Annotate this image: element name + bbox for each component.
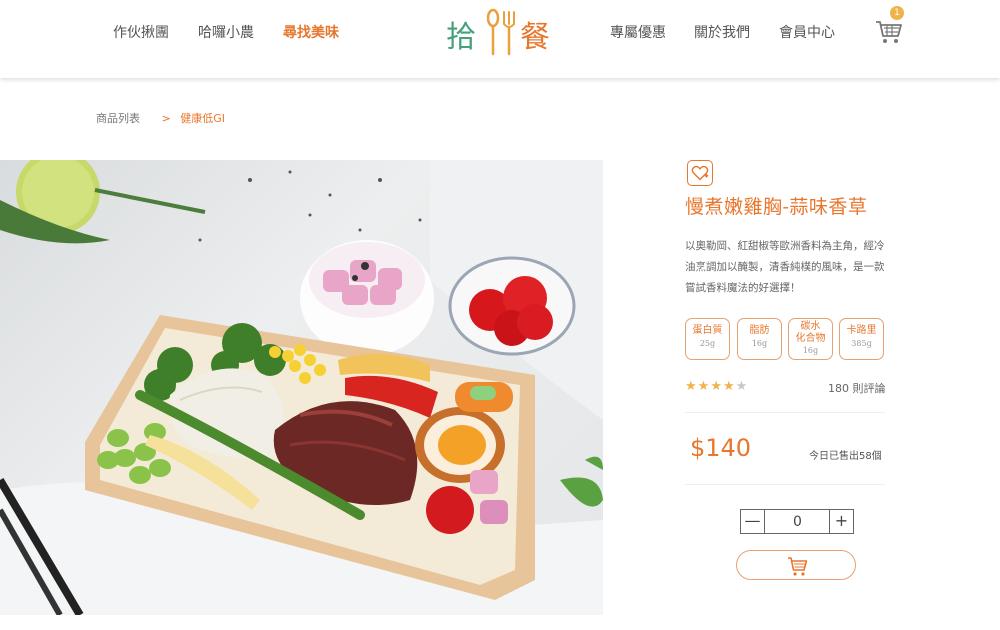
nutrition-label: 脂肪 — [749, 325, 770, 336]
site-logo[interactable]: 拾 餐 — [446, 6, 568, 62]
nutrition-value: 16g — [802, 346, 819, 355]
star-icon: ★ — [735, 379, 749, 394]
nutrition-label: 卡路里 — [846, 325, 877, 336]
product-image — [0, 160, 603, 615]
nutrition-fat: 脂肪 16g — [737, 318, 782, 360]
divider — [685, 484, 885, 485]
review-count-link[interactable]: 180 則評論 — [828, 380, 886, 396]
nav-member[interactable]: 會員中心 — [779, 22, 835, 42]
sold-today-count: 今日已售出58個 — [809, 451, 882, 462]
nutrition-value: 385g — [851, 339, 872, 348]
star-icon: ★ — [697, 379, 711, 394]
quantity-decrease-button[interactable]: — — [741, 510, 765, 533]
nav-about[interactable]: 關於我們 — [694, 22, 750, 42]
nav-farmers[interactable]: 哈囉小農 — [198, 22, 254, 42]
product-title: 慢煮嫩雞胸-蒜味香草 — [685, 196, 868, 218]
quantity-increase-button[interactable]: + — [829, 510, 853, 533]
divider — [685, 412, 885, 413]
nutrition-label: 蛋白質 — [692, 325, 723, 336]
nav-find-food[interactable]: 尋找美味 — [283, 22, 339, 42]
spoon-fork-icon — [486, 8, 515, 56]
nutrition-label-line1: 碳水 — [800, 321, 821, 332]
nutrition-protein: 蛋白質 25g — [685, 318, 730, 360]
logo-char-left: 拾 — [446, 20, 476, 55]
nutrition-value: 16g — [751, 339, 768, 348]
breadcrumb-current[interactable]: 健康低GI — [180, 112, 225, 125]
site-header: 作伙揪團 哈囉小農 尋找美味 拾 餐 專屬優惠 關於我們 會員中心 1 — [0, 0, 1000, 78]
quantity-stepper: — + — [740, 509, 854, 534]
favorite-heart-icon[interactable] — [687, 160, 713, 186]
quantity-input[interactable] — [766, 510, 829, 533]
rating-stars: ★★★★★ — [685, 379, 748, 394]
breadcrumb-separator: > — [161, 112, 171, 125]
product-description: 以奧勒岡、紅甜椒等歐洲香料為主角，經冷油烹調加以醃製，清香純樸的風味，是一款嘗試… — [685, 240, 885, 294]
star-icon: ★ — [710, 379, 723, 394]
nav-offers[interactable]: 專屬優惠 — [610, 22, 666, 42]
nutrition-calories: 卡路里 385g — [839, 318, 884, 360]
nutrition-value: 25g — [699, 339, 716, 348]
cart-icon — [788, 557, 808, 576]
nutrition-label: 碳水 化合物 — [789, 321, 832, 345]
breadcrumb: 商品列表 > 健康低GI — [96, 110, 225, 126]
logo-char-right: 餐 — [520, 20, 550, 55]
star-icon: ★ — [685, 379, 698, 394]
product-price: $140 — [690, 434, 752, 462]
nutrition-carbs: 碳水 化合物 16g — [788, 318, 833, 360]
cart-icon[interactable] — [874, 16, 904, 46]
star-icon: ★ — [722, 379, 736, 394]
nutrition-label-line2: 化合物 — [795, 333, 826, 344]
add-to-cart-button[interactable] — [736, 550, 856, 580]
cart-count-badge: 1 — [890, 6, 904, 20]
breadcrumb-root[interactable]: 商品列表 — [96, 112, 140, 125]
nav-group-buy[interactable]: 作伙揪團 — [113, 22, 169, 42]
